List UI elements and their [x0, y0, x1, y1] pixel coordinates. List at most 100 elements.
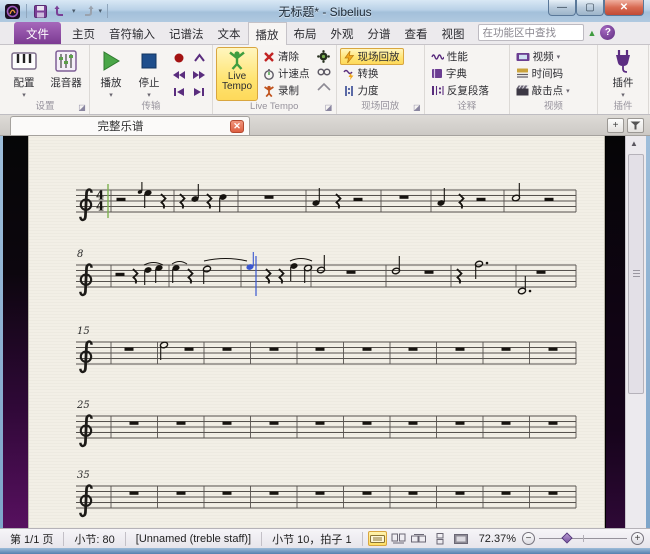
vertical-scrollbar[interactable]: ▲ [625, 136, 646, 528]
plug-icon [612, 49, 634, 73]
zoom-level: 72.37% [471, 533, 522, 545]
repeats-button[interactable]: 反复段落 [428, 82, 492, 99]
redo-dropdown-icon[interactable]: ▾ [99, 7, 103, 15]
tab-notations[interactable]: 记谱法 [162, 22, 211, 44]
sibelius-window: ▾ ▾ 无标题* - Sibelius — ▢ ✕ 文件 主页 音符输入 记谱法… [0, 0, 650, 554]
undo-dropdown-icon[interactable]: ▾ [72, 7, 76, 15]
close-button[interactable]: ✕ [604, 0, 644, 16]
live-playback-button[interactable]: 现场回放 [340, 48, 404, 65]
record-live-tempo-button[interactable]: 录制 [260, 82, 313, 99]
conductor-icon [227, 50, 247, 70]
tab-review[interactable]: 查看 [398, 22, 435, 44]
group-label: 视频 [513, 101, 594, 114]
document-tab[interactable]: 完整乐谱 ✕ [10, 116, 250, 135]
play-button[interactable]: 播放 ▾ [93, 47, 129, 101]
setup-button[interactable]: 配置 ▾ [4, 47, 44, 101]
stop-button[interactable]: 停止 ▾ [131, 47, 167, 101]
tab-home[interactable]: 主页 [65, 22, 102, 44]
go-to-end-icon[interactable] [193, 87, 205, 97]
record-icon[interactable] [173, 52, 185, 64]
tab-file[interactable]: 文件 [14, 22, 61, 44]
hit-points-button[interactable]: 敲击点 ▾ [513, 82, 573, 99]
ribbon-search-input[interactable] [478, 24, 584, 41]
document-tab-bar: 完整乐谱 ✕ + [0, 115, 650, 136]
keyboard-icon [11, 49, 37, 73]
fast-forward-icon[interactable] [192, 70, 206, 80]
group-live-tempo: Live Tempo 清除 计速点 录制 [213, 45, 337, 114]
group-video: 视频 ▾ 时间码 敲击点 ▾ 视频 [510, 45, 598, 114]
pages-vertical-view-icon[interactable] [431, 531, 450, 546]
svg-text:∮: ∮ [77, 258, 95, 298]
full-screen-view-icon[interactable] [452, 531, 471, 546]
zoom-out-icon[interactable]: − [522, 532, 535, 545]
dynamics-button[interactable]: 力度 [340, 82, 404, 99]
record-conductor-icon [263, 85, 275, 97]
page-indicator: 第 1/1 页 [0, 531, 63, 547]
tab-parts[interactable]: 分谱 [361, 22, 398, 44]
scrollbar-thumb[interactable] [628, 154, 644, 394]
clear-live-tempo-button[interactable]: 清除 [260, 48, 313, 65]
save-icon[interactable] [32, 3, 49, 20]
rewind-icon[interactable] [172, 70, 186, 80]
mixer-button[interactable]: 混音器 [46, 47, 86, 101]
dictionary-button[interactable]: 字典 [428, 65, 492, 82]
gear-icon[interactable] [317, 49, 330, 64]
tab-appearance[interactable]: 外观 [324, 22, 361, 44]
repeat-barline-icon [431, 85, 444, 96]
group-label: Live Tempo [216, 101, 333, 114]
pages-horizontal-view-icon[interactable] [389, 531, 408, 546]
transform-icon [343, 68, 355, 80]
zoom-slider[interactable] [539, 532, 627, 545]
timecode-button[interactable]: 时间码 [513, 65, 573, 82]
dialog-launcher-icon[interactable]: ◪ [412, 103, 422, 113]
tap-points-button[interactable]: 计速点 [260, 65, 313, 82]
video-button[interactable]: 视频 ▾ [513, 48, 573, 65]
help-icon[interactable]: ? [600, 25, 615, 40]
play-icon [100, 49, 122, 73]
live-tempo-button[interactable]: Live Tempo [216, 47, 258, 101]
scroll-up-icon[interactable]: ▲ [630, 139, 638, 148]
ribbon: 配置 ▾ 混音器 设置 ◪ 播放 [0, 45, 650, 115]
dropdown-icon: ▾ [566, 87, 570, 95]
group-live-playback: 现场回放 转换 力度 现场回放 ◪ [337, 45, 425, 114]
close-tab-icon[interactable]: ✕ [230, 120, 244, 133]
window-frame [0, 548, 650, 554]
tab-play[interactable]: 播放 [248, 22, 287, 45]
tab-note-input[interactable]: 音符输入 [102, 22, 162, 44]
transform-live-playback-button[interactable]: 转换 [340, 65, 404, 82]
spreads-horizontal-view-icon[interactable] [410, 531, 429, 546]
svg-text:15: 15 [77, 326, 90, 337]
lightning-icon [344, 51, 355, 63]
binoculars-icon[interactable] [317, 64, 331, 79]
performance-button[interactable]: 性能 [428, 48, 492, 65]
panorama-view-icon[interactable] [368, 531, 387, 546]
new-tab-button[interactable]: + [607, 118, 624, 133]
score-page[interactable]: ∮44∮8∮15∮25∮35 [28, 136, 605, 528]
tempo-graph-icon[interactable] [317, 79, 331, 94]
filmstrip-icon [516, 52, 530, 62]
clapperboard-icon [516, 85, 529, 96]
staff-name: [Unnamed (treble staff)] [126, 533, 261, 545]
tab-text[interactable]: 文本 [211, 22, 248, 44]
redo-icon[interactable] [79, 3, 96, 20]
zoom-slider-thumb[interactable] [561, 532, 572, 543]
undo-icon[interactable] [52, 3, 69, 20]
app-icon[interactable] [4, 3, 21, 20]
tab-layout[interactable]: 布局 [287, 22, 324, 44]
dialog-launcher-icon[interactable]: ◪ [324, 103, 334, 113]
plugins-button[interactable]: 插件 ▾ [601, 47, 645, 101]
tab-menu-icon[interactable] [627, 118, 644, 133]
minimize-button[interactable]: — [548, 0, 576, 16]
collapse-ribbon-icon[interactable]: ▲ [588, 28, 597, 38]
maximize-button[interactable]: ▢ [576, 0, 604, 16]
zoom-in-icon[interactable]: + [631, 532, 644, 545]
group-settings: 配置 ▾ 混音器 设置 ◪ [1, 45, 90, 114]
dropdown-icon: ▾ [22, 91, 26, 99]
go-to-start-icon[interactable] [173, 87, 185, 97]
music-notation[interactable]: ∮44∮8∮15∮25∮35 [29, 136, 606, 528]
svg-text:∮: ∮ [77, 335, 95, 375]
tab-view[interactable]: 视图 [435, 22, 472, 44]
move-playback-line-icon[interactable] [193, 53, 206, 63]
group-interpretation: 性能 字典 反复段落 诠释 [425, 45, 510, 114]
dialog-launcher-icon[interactable]: ◪ [77, 103, 87, 113]
